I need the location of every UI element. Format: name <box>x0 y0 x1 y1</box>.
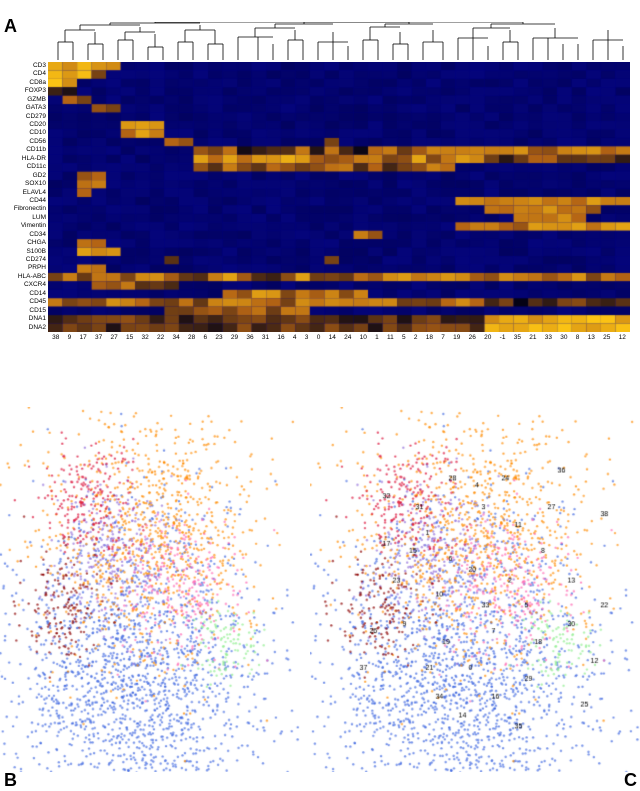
panel-b: B GRANULOCYTE PROGENITOR MO / DC / NK B … <box>0 385 300 775</box>
cluster-labels: 38 9 17 37 27 15 32 22 34 28 6 23 29 36 … <box>48 334 630 362</box>
cluster-label: 7 <box>441 334 445 341</box>
cluster-label: 25 <box>603 334 610 341</box>
cluster-label: 27 <box>111 334 118 341</box>
cluster-label: -1 <box>500 334 506 341</box>
cluster-label: 32 <box>142 334 149 341</box>
cluster-label: 20 <box>484 334 491 341</box>
cluster-label: 26 <box>469 334 476 341</box>
gene-label: CD4 <box>0 71 46 78</box>
cluster-label: 33 <box>545 334 552 341</box>
gene-label: GD2 <box>0 173 46 180</box>
gene-label: GZMB <box>0 97 46 104</box>
gene-label: HLA-DR <box>0 156 46 163</box>
gene-label: CD3 <box>0 63 46 70</box>
gene-label: HLA-ABC <box>0 274 46 281</box>
cluster-label: 13 <box>588 334 595 341</box>
cluster-label: 0 <box>317 334 321 341</box>
gene-label: Fibronectin <box>0 206 46 213</box>
heatmap-canvas <box>48 62 630 332</box>
cluster-label: 1 <box>375 334 379 341</box>
gene-label: CD11b <box>0 147 46 154</box>
cluster-label: 23 <box>215 334 222 341</box>
gene-label: ELAVL4 <box>0 190 46 197</box>
gene-label: CD10 <box>0 130 46 137</box>
cluster-label: 15 <box>126 334 133 341</box>
cluster-label: 28 <box>188 334 195 341</box>
gene-label: LUM <box>0 215 46 222</box>
cluster-label: 17 <box>80 334 87 341</box>
cluster-label: 30 <box>560 334 567 341</box>
cluster-label: 18 <box>426 334 433 341</box>
cluster-label: 29 <box>231 334 238 341</box>
gene-label: Vimentin <box>0 223 46 230</box>
cluster-label: 5 <box>402 334 406 341</box>
cluster-label: 19 <box>453 334 460 341</box>
cluster-label: 10 <box>360 334 367 341</box>
cluster-label: 21 <box>529 334 536 341</box>
cluster-label: 14 <box>329 334 336 341</box>
cluster-label: 31 <box>262 334 269 341</box>
gene-labels: CD3 CD4 CD8a FOXP3 GZMB GATA3 CD279 CD20… <box>0 62 46 332</box>
cluster-label: 34 <box>173 334 180 341</box>
cluster-label: 3 <box>305 334 309 341</box>
panel-c: C GRANULOCYTE PROGENITOR MO / DC / NK B … <box>310 385 640 775</box>
scatter-plot-c <box>310 407 640 772</box>
gene-label: CD34 <box>0 232 46 239</box>
gene-label: CD8a <box>0 80 46 87</box>
panel-a: A <box>0 8 640 378</box>
heatmap-body <box>48 62 630 332</box>
cluster-label: 9 <box>68 334 72 341</box>
gene-label: DNA1 <box>0 316 46 323</box>
gene-label: CD44 <box>0 198 46 205</box>
gene-label: CD14 <box>0 291 46 298</box>
panel-b-label: B <box>4 770 17 791</box>
heatmap-container: CD3 CD4 CD8a FOXP3 GZMB GATA3 CD279 CD20… <box>48 22 630 362</box>
gene-label: CHGA <box>0 240 46 247</box>
scatter-plot-b <box>0 407 300 772</box>
gene-label: SOX10 <box>0 181 46 188</box>
gene-label: PRPH <box>0 265 46 272</box>
dendrogram <box>48 22 630 62</box>
cluster-label: 16 <box>277 334 284 341</box>
cluster-label: 8 <box>576 334 580 341</box>
cluster-label: 11 <box>387 334 394 341</box>
cluster-label: 36 <box>246 334 253 341</box>
cluster-label: 35 <box>514 334 521 341</box>
cluster-label: 22 <box>157 334 164 341</box>
cluster-label: 2 <box>414 334 418 341</box>
gene-label: CD279 <box>0 114 46 121</box>
cluster-label: 24 <box>344 334 351 341</box>
gene-label: CD11c <box>0 164 46 171</box>
gene-label: CD20 <box>0 122 46 129</box>
gene-label: FOXP3 <box>0 88 46 95</box>
gene-label: S100B <box>0 249 46 256</box>
gene-label: CD56 <box>0 139 46 146</box>
panel-c-label: C <box>624 770 637 791</box>
panel-a-label: A <box>4 16 17 37</box>
cluster-label: 6 <box>204 334 208 341</box>
gene-label: CXCR4 <box>0 282 46 289</box>
gene-label: CD15 <box>0 308 46 315</box>
gene-label: DNA2 <box>0 325 46 332</box>
cluster-label: 37 <box>95 334 102 341</box>
gene-label: GATA3 <box>0 105 46 112</box>
gene-label: CD274 <box>0 257 46 264</box>
gene-label: CD45 <box>0 299 46 306</box>
cluster-label: 4 <box>293 334 297 341</box>
cluster-label: 38 <box>52 334 59 341</box>
cluster-label: 12 <box>619 334 626 341</box>
